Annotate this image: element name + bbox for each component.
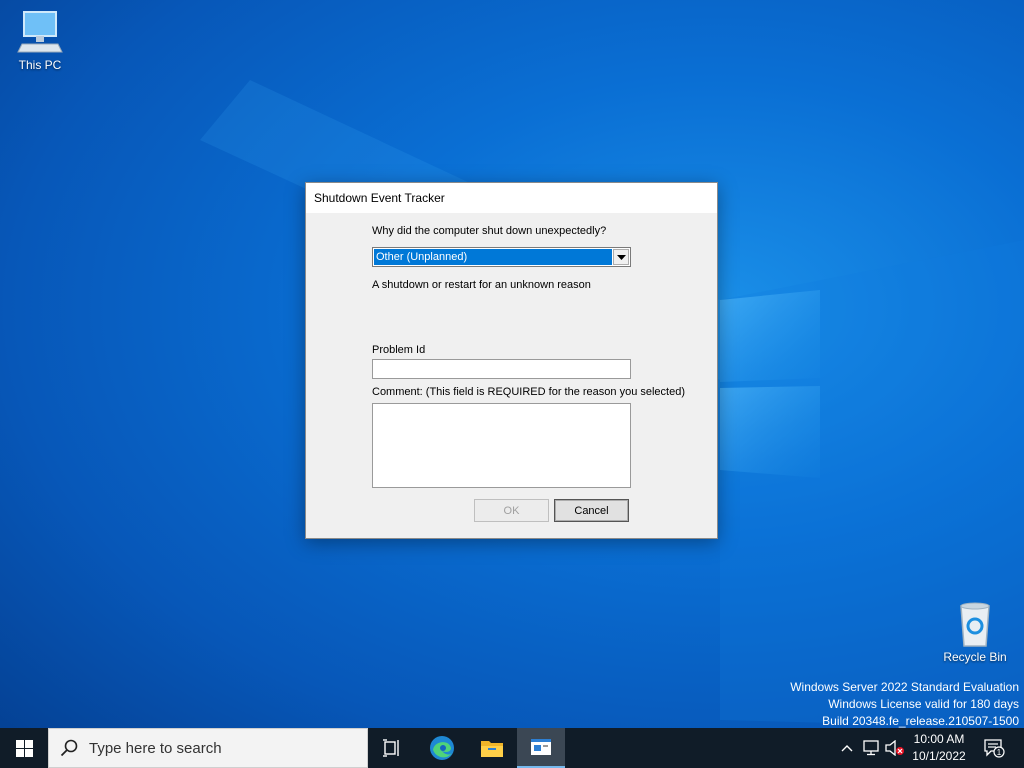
- desktop-icon-label: This PC: [18, 58, 62, 72]
- chevron-up-icon: [841, 745, 853, 752]
- recycle-bin-icon: [951, 600, 999, 648]
- notification-count: 1: [997, 748, 1002, 757]
- shutdown-question-label: Why did the computer shut down unexpecte…: [372, 225, 607, 237]
- cancel-button-label: Cancel: [574, 504, 609, 517]
- watermark-line: Windows License valid for 180 days: [828, 697, 1019, 711]
- show-hidden-icons-button[interactable]: [838, 728, 856, 768]
- cancel-button[interactable]: Cancel: [554, 499, 629, 522]
- shutdown-tracker-icon: [531, 739, 551, 755]
- os-watermark: Windows Server 2022 Standard Evaluation …: [790, 679, 1019, 730]
- problem-id-input[interactable]: [372, 359, 631, 379]
- chevron-down-icon: [616, 254, 626, 260]
- task-view-icon: [383, 739, 399, 757]
- shutdown-reason-dropdown[interactable]: Other (Unplanned): [372, 247, 631, 267]
- reason-description: A shutdown or restart for an unknown rea…: [372, 279, 591, 291]
- action-center-button[interactable]: 1: [980, 728, 1008, 768]
- problem-id-label: Problem Id: [372, 344, 426, 356]
- notification-icon: 1: [984, 739, 1005, 758]
- taskbar-clock[interactable]: 10:00 AM 10/1/2022: [900, 728, 978, 768]
- clock-date: 10/1/2022: [912, 749, 966, 763]
- computer-icon: [16, 8, 64, 56]
- comment-textarea[interactable]: [372, 403, 631, 488]
- desktop-icon-label: Recycle Bin: [943, 650, 1007, 664]
- comment-label: Comment: (This field is REQUIRED for the…: [372, 386, 686, 398]
- selected-reason: Other (Unplanned): [374, 249, 612, 265]
- desktop-icon-this-pc[interactable]: This PC: [0, 8, 80, 72]
- network-icon: [863, 740, 879, 756]
- taskbar: Type here to search 10:00 AM 10/1/2022 1: [0, 728, 1024, 768]
- desktop-icon-recycle-bin[interactable]: Recycle Bin: [935, 600, 1015, 664]
- clock-time: 10:00 AM: [913, 732, 965, 746]
- dialog-titlebar[interactable]: Shutdown Event Tracker: [306, 183, 717, 213]
- windows-logo-icon: [15, 739, 33, 757]
- shutdown-event-tracker-dialog: Shutdown Event Tracker Why did the compu…: [305, 182, 718, 539]
- dialog-title: Shutdown Event Tracker: [314, 191, 445, 205]
- shutdown-tracker-taskbar-button[interactable]: [517, 728, 565, 768]
- edge-icon: [430, 736, 454, 760]
- ok-button[interactable]: OK: [474, 499, 549, 522]
- search-placeholder: Type here to search: [89, 739, 222, 757]
- file-explorer-button[interactable]: [468, 728, 516, 768]
- file-explorer-icon: [481, 741, 503, 757]
- ok-button-label: OK: [503, 504, 520, 517]
- search-icon: [49, 739, 89, 757]
- task-view-button[interactable]: [368, 728, 416, 768]
- taskbar-search-box[interactable]: Type here to search: [48, 728, 368, 768]
- network-tray-button[interactable]: [860, 728, 882, 768]
- watermark-line: Windows Server 2022 Standard Evaluation: [790, 680, 1019, 694]
- start-button[interactable]: [0, 728, 48, 768]
- edge-button[interactable]: [418, 728, 466, 768]
- dropdown-arrow-button[interactable]: [613, 249, 629, 265]
